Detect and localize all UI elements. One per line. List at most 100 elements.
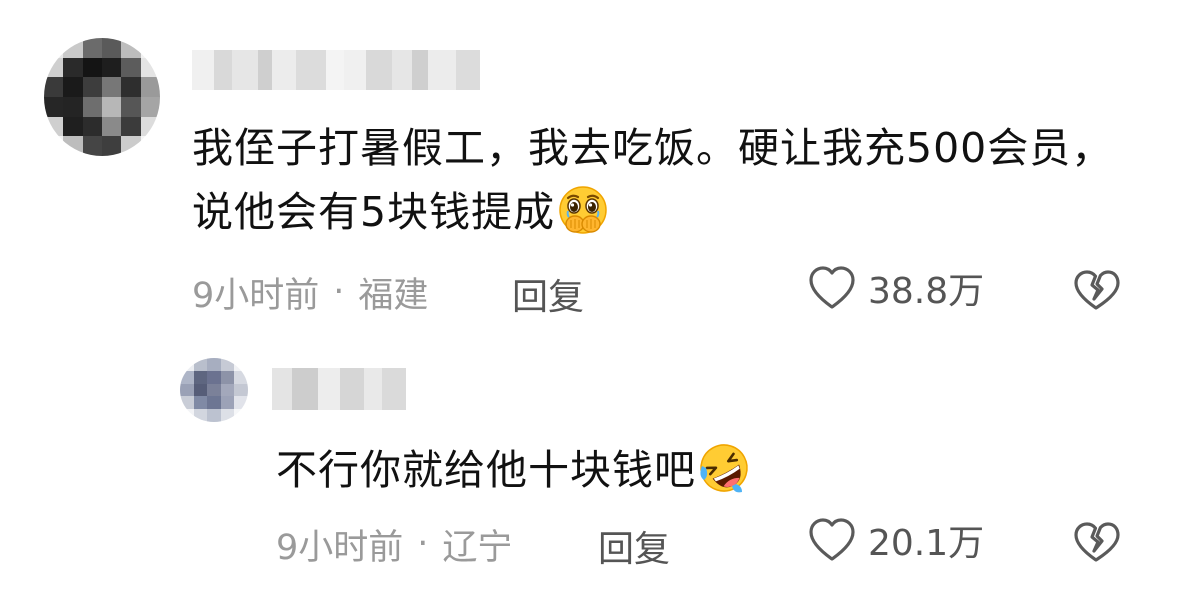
mosaic-pixel (207, 396, 221, 410)
mosaic-pixel (44, 136, 64, 156)
mosaic-pixel (340, 368, 364, 410)
mosaic-pixel (180, 383, 194, 397)
mosaic-pixel (272, 50, 296, 90)
mosaic-pixel (366, 50, 392, 90)
mosaic-pixel (121, 77, 141, 97)
mosaic-pixel (180, 358, 194, 371)
mosaic-pixel (207, 370, 221, 384)
dislike-button[interactable] (1072, 518, 1120, 566)
mosaic-pixel (364, 368, 382, 410)
mosaic-pixel (102, 57, 122, 78)
mosaic-pixel (234, 358, 248, 371)
mosaic-pixel (63, 38, 83, 58)
broken-heart-icon (1074, 270, 1120, 310)
mosaic-pixel (193, 409, 208, 422)
mosaic-pixel (82, 57, 102, 78)
mosaic-pixel (234, 396, 248, 410)
mosaic-pixel (392, 50, 412, 90)
mosaic-pixel (456, 50, 480, 90)
like-count: 38.8万 (868, 271, 985, 312)
mosaic-pixel (318, 368, 340, 410)
mosaic-pixel (234, 409, 248, 422)
comment-body: 我侄子打暑假工，我去吃饭。硬让我充500会员，说他会有5块钱提成 (192, 124, 1114, 236)
mosaic-pixel (207, 409, 221, 422)
mosaic-pixel (234, 370, 248, 384)
mosaic-pixel (44, 96, 64, 117)
heart-outline-icon (809, 266, 855, 309)
mosaic-pixel (63, 57, 83, 78)
mosaic-pixel (102, 136, 122, 156)
mosaic-pixel (121, 57, 141, 78)
rolling-on-floor-laughing-emoji (700, 444, 748, 493)
username-blurred[interactable] (272, 368, 406, 410)
broken-heart-icon (1074, 522, 1120, 562)
mosaic-pixel (140, 57, 160, 78)
mosaic-pixel (121, 116, 141, 137)
mosaic-pixel (82, 136, 102, 156)
mosaic-pixel (214, 50, 232, 90)
mosaic-pixel (82, 116, 102, 137)
mosaic-pixel (102, 77, 122, 97)
mosaic-pixel (258, 50, 272, 90)
comment-body: 不行你就给他十块钱吧 (276, 446, 696, 494)
meta-separator: · (417, 524, 429, 564)
mosaic-pixel (44, 116, 64, 137)
mosaic-pixel (63, 77, 83, 97)
mosaic-pixel (192, 50, 214, 90)
mosaic-pixel (193, 396, 208, 410)
mosaic-pixel (140, 38, 160, 58)
like-button[interactable]: 20.1万 (806, 514, 984, 566)
mosaic-pixel (220, 409, 235, 422)
mosaic-pixel (296, 50, 326, 90)
mosaic-pixel (193, 358, 208, 371)
mosaic-pixel (44, 77, 64, 97)
mosaic-pixel (180, 396, 194, 410)
mosaic-pixel (232, 50, 258, 90)
mosaic-pixel (82, 38, 102, 58)
mosaic-pixel (102, 38, 122, 58)
mosaic-pixel (412, 50, 428, 90)
mosaic-pixel (180, 409, 194, 422)
pleading-hands-over-mouth-emoji (559, 186, 607, 234)
mosaic-pixel (102, 96, 122, 117)
mosaic-pixel (382, 368, 406, 410)
mosaic-pixel (344, 50, 366, 90)
mosaic-pixel (102, 116, 122, 137)
comment-time: 9小时前 (276, 527, 404, 568)
mosaic-pixel (234, 383, 248, 397)
dislike-button[interactable] (1072, 266, 1120, 314)
like-count: 20.1万 (868, 523, 985, 564)
mosaic-pixel (82, 96, 102, 117)
mosaic-pixel (220, 370, 235, 384)
comment-text: 我侄子打暑假工，我去吃饭。硬让我充500会员，说他会有5块钱提成 (192, 116, 1152, 244)
reply-button[interactable]: 回复 (512, 268, 584, 320)
mosaic-pixel (44, 57, 64, 78)
mosaic-pixel (63, 116, 83, 137)
comment-location: 福建 (358, 275, 429, 316)
meta-separator: · (333, 272, 345, 312)
mosaic-pixel (140, 77, 160, 97)
mosaic-pixel (207, 358, 221, 371)
reply-button[interactable]: 回复 (598, 520, 670, 572)
mosaic-pixel (82, 77, 102, 97)
mosaic-pixel (193, 383, 208, 397)
mosaic-pixel (272, 368, 292, 410)
mosaic-pixel (193, 370, 208, 384)
mosaic-pixel (292, 368, 318, 410)
mosaic-pixel (140, 96, 160, 117)
comment-meta: 9小时前 · 辽宁 (276, 518, 512, 570)
mosaic-pixel (220, 383, 235, 397)
avatar[interactable] (180, 358, 248, 422)
comment-meta: 9小时前 · 福建 (192, 266, 428, 318)
mosaic-pixel (326, 50, 344, 90)
mosaic-pixel (207, 383, 221, 397)
avatar[interactable] (44, 38, 160, 156)
like-button[interactable]: 38.8万 (806, 262, 984, 314)
mosaic-pixel (121, 38, 141, 58)
mosaic-pixel (428, 50, 456, 90)
username-blurred[interactable] (192, 50, 480, 90)
mosaic-pixel (180, 370, 194, 384)
comment-time: 9小时前 (192, 275, 320, 316)
mosaic-pixel (121, 96, 141, 117)
mosaic-pixel (63, 136, 83, 156)
